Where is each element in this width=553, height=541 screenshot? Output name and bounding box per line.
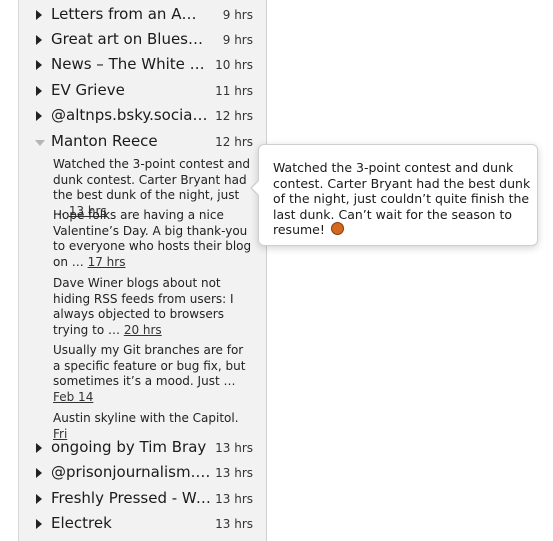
feed-row-expanded[interactable]: Manton Reece 12 hrs [19,130,266,155]
tooltip-text: Watched the 3-point contest and dunk con… [273,160,531,237]
disclosure-triangle-icon[interactable] [36,468,42,478]
feed-row[interactable]: Great art on Bluesky… 9 hrs [19,28,266,53]
content-pane [267,0,553,541]
feed-title: EV Grieve [51,81,125,99]
tooltip-arrow-fill [252,180,260,196]
disclosure-triangle-icon[interactable] [36,111,42,121]
window-left-edge [0,0,19,541]
feed-row[interactable]: @prisonjournalism.… 13 hrs [19,461,266,486]
post-time-link[interactable]: Feb 14 [53,390,93,404]
feed-title: ongoing by Tim Bray [51,438,207,456]
feed-row[interactable]: Freshly Pressed - Wo… 13 hrs [19,487,266,512]
post-item[interactable]: Usually my Git branches are for a specif… [53,343,253,405]
feed-age: 9 hrs [222,8,253,22]
feed-row[interactable]: ongoing by Tim Bray 13 hrs [19,436,266,461]
feed-title: @prisonjournalism.… [51,463,211,481]
post-text: Hope folks are having a nice Valentine’s… [53,208,252,269]
disclosure-triangle-open-icon[interactable] [35,140,45,146]
feed-row[interactable]: Letters from an Am… 9 hrs [19,3,266,28]
feed-title: Electrek [51,514,112,532]
disclosure-triangle-icon[interactable] [36,86,42,96]
feed-title: Great art on Bluesky… [51,30,211,48]
feed-age: 12 hrs [215,109,253,123]
feed-title: Manton Reece [51,132,158,150]
feed-title: News – The White H… [51,55,211,73]
tooltip-text-block: Watched the 3-point contest and dunk con… [273,160,531,238]
feed-row[interactable]: Electrek 13 hrs [19,512,266,537]
feed-age: 13 hrs [215,492,253,506]
feed-sidebar[interactable]: Letters from an Am… 9 hrs Great art on B… [19,0,267,541]
post-item[interactable]: Dave Winer blogs about not hiding RSS fe… [53,276,253,338]
feed-age: 13 hrs [215,517,253,531]
post-item[interactable]: Hope folks are having a nice Valentine’s… [53,208,253,270]
feed-title: @altnps.bsky.social … [51,106,211,124]
disclosure-triangle-icon[interactable] [36,35,42,45]
feed-age: 9 hrs [222,33,253,47]
feed-row[interactable]: News – The White H… 10 hrs [19,53,266,78]
feed-title: Freshly Pressed - Wo… [51,489,211,507]
feed-row[interactable]: EV Grieve 11 hrs [19,79,266,104]
post-preview-tooltip: Watched the 3-point contest and dunk con… [250,144,538,246]
disclosure-triangle-icon[interactable] [36,494,42,504]
basketball-icon [330,222,344,235]
post-time-link[interactable]: 20 hrs [124,323,162,337]
feed-age: 11 hrs [215,84,253,98]
feed-age: 12 hrs [215,135,253,149]
feed-age: 10 hrs [215,58,253,72]
feed-title: Letters from an Am… [51,5,211,23]
disclosure-triangle-icon[interactable] [36,443,42,453]
disclosure-triangle-icon[interactable] [36,519,42,529]
feed-row[interactable]: @altnps.bsky.social … 12 hrs [19,104,266,129]
disclosure-triangle-icon[interactable] [36,10,42,20]
disclosure-triangle-icon[interactable] [36,60,42,70]
post-time-link[interactable]: 17 hrs [88,255,126,269]
post-text: Austin skyline with the Capitol. [53,411,239,425]
feed-age: 13 hrs [215,466,253,480]
feed-age: 13 hrs [215,441,253,455]
post-text: Usually my Git branches are for a specif… [53,343,246,388]
